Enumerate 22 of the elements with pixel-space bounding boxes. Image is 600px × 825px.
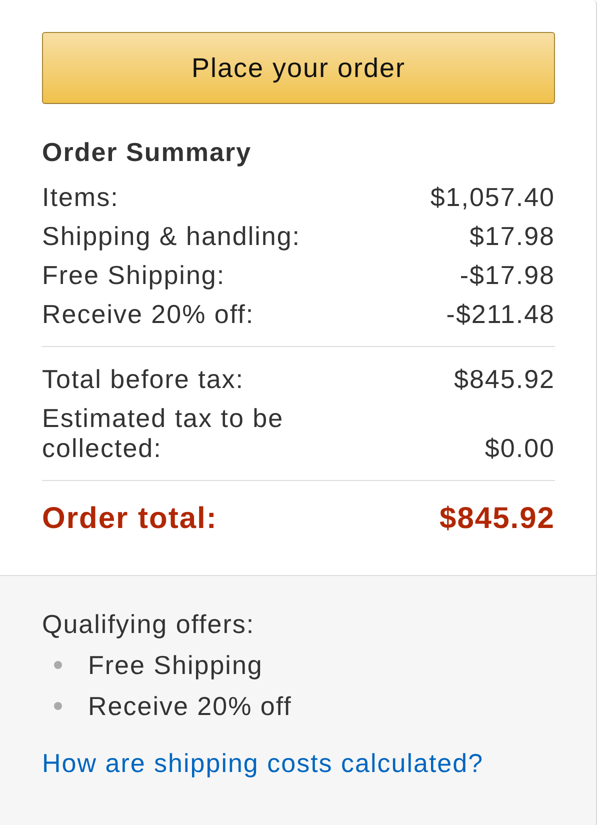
row-value: -$211.48 xyxy=(446,299,555,329)
row-label: Total before tax: xyxy=(42,364,244,394)
row-label: Estimated tax to be collected: xyxy=(42,403,285,463)
bullet-icon xyxy=(54,661,62,669)
offers-title: Qualifying offers: xyxy=(42,609,255,639)
row-value: $1,057.40 xyxy=(430,182,555,212)
place-order-button[interactable]: Place your order xyxy=(42,32,555,104)
shipping-costs-link[interactable]: How are shipping costs calculated? xyxy=(42,748,484,778)
row-value: $17.98 xyxy=(469,221,555,251)
order-total-label: Order total: xyxy=(42,501,218,537)
bullet-icon xyxy=(54,702,62,710)
row-label: Shipping & handling: xyxy=(42,221,301,251)
row-label: Receive 20% off: xyxy=(42,299,254,329)
offer-item: Free Shipping xyxy=(88,650,263,680)
row-label: Items: xyxy=(42,182,119,212)
order-total-value: $845.92 xyxy=(440,501,555,537)
row-value: $0.00 xyxy=(484,433,555,463)
row-value: $845.92 xyxy=(454,364,555,394)
offer-item: Receive 20% off xyxy=(88,691,292,721)
row-label: Free Shipping: xyxy=(42,260,226,290)
summary-title: Order Summary xyxy=(42,137,252,167)
row-value: -$17.98 xyxy=(460,260,555,290)
